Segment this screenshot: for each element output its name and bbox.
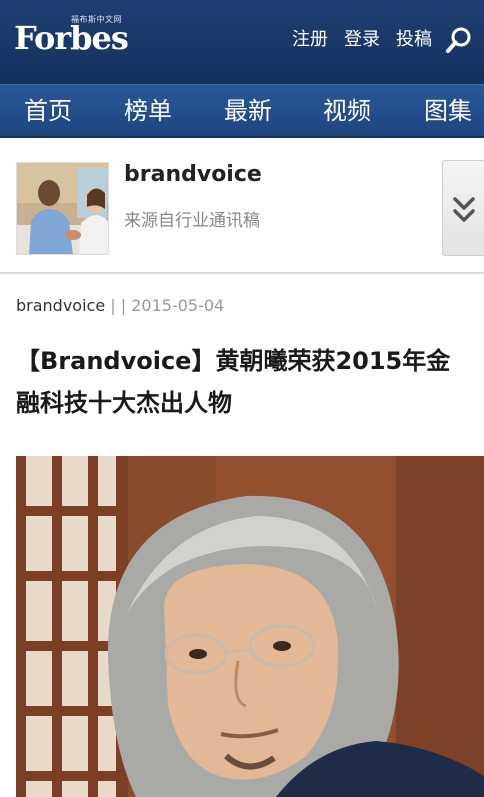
forbes-logo[interactable]: 福布斯中文网 Forbes xyxy=(14,14,129,56)
meta-date: 2015-05-04 xyxy=(131,296,225,315)
meta-author-link[interactable]: brandvoice xyxy=(16,296,105,315)
nav-item-gallery[interactable]: 图集 xyxy=(424,95,472,127)
article-title: 【Brandvoice】黄朝曦荣获2015年金融科技十大杰出人物 xyxy=(16,347,451,417)
article-meta: brandvoice | | 2015-05-04 xyxy=(16,296,224,316)
nav-item-home[interactable]: 首页 xyxy=(24,95,72,127)
nav-item-video[interactable]: 视频 xyxy=(323,95,371,127)
author-card: brandvoice 来源自行业通讯稿 xyxy=(0,140,484,274)
top-header: 福布斯中文网 Forbes 注册 登录 投稿 xyxy=(0,0,484,84)
search-icon[interactable] xyxy=(444,26,474,56)
author-name[interactable]: brandvoice xyxy=(124,162,262,187)
account-links: 注册 登录 投稿 xyxy=(292,28,432,52)
article-photo xyxy=(16,456,484,797)
nav-item-rankings[interactable]: 榜单 xyxy=(124,95,172,127)
register-link[interactable]: 注册 xyxy=(292,28,328,52)
meta-separator: | | xyxy=(105,296,132,315)
submit-link[interactable]: 投稿 xyxy=(396,28,432,52)
nav-item-latest[interactable]: 最新 xyxy=(224,95,272,127)
double-chevron-down-icon xyxy=(443,197,484,261)
main-nav: 首页 榜单 最新 视频 图集 xyxy=(0,84,484,138)
author-description: 来源自行业通讯稿 xyxy=(124,211,260,231)
login-link[interactable]: 登录 xyxy=(344,28,380,52)
expand-button[interactable] xyxy=(442,160,484,256)
author-avatar[interactable] xyxy=(16,162,109,255)
logo-text: Forbes xyxy=(14,19,129,57)
